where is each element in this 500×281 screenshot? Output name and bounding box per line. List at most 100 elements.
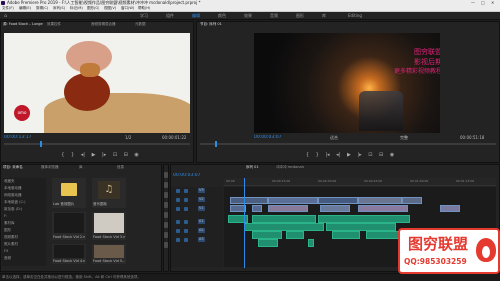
lift-button[interactable]: ⊡	[368, 152, 372, 158]
workspace-tab[interactable]: 编辑	[192, 13, 200, 19]
menu-item[interactable]: 帮助(H)	[138, 6, 150, 11]
track-label-v1[interactable]: V1	[198, 206, 205, 211]
overwrite-button[interactable]: ⊟	[124, 152, 128, 158]
mark-in-button[interactable]: {	[306, 152, 309, 158]
track-eye-icon[interactable]	[184, 207, 188, 211]
track-lock-icon[interactable]	[176, 189, 180, 193]
menu-item[interactable]: 视图(V)	[104, 6, 116, 11]
track-lock-icon[interactable]	[176, 238, 180, 242]
video-clip[interactable]	[358, 197, 402, 204]
step-forward-button[interactable]: |▸	[357, 152, 361, 158]
workspace-tab[interactable]: 库	[322, 13, 326, 19]
source-playhead[interactable]	[40, 141, 42, 147]
program-scrubber[interactable]	[200, 143, 496, 145]
track-label-a1[interactable]: A1	[198, 219, 205, 224]
step-back-button[interactable]: ◂|	[81, 152, 85, 158]
slip-tool-icon[interactable]	[164, 212, 168, 218]
step-back-button[interactable]: ◂|	[336, 152, 340, 158]
extract-button[interactable]: ⊟	[379, 152, 383, 158]
insert-button[interactable]: ⊡	[113, 152, 117, 158]
play-button[interactable]: ▶	[347, 152, 351, 158]
sidebar-folder-item[interactable]: 本地磁盘 (C:)	[4, 200, 46, 205]
track-label-a2[interactable]: A2	[198, 228, 205, 233]
menu-item[interactable]: 剪辑(C)	[36, 6, 48, 11]
audio-clip[interactable]	[286, 231, 304, 239]
razor-tool-icon[interactable]	[164, 202, 168, 208]
video-clip[interactable]	[230, 197, 268, 204]
audio-clip[interactable]	[332, 231, 360, 239]
track-lock-icon[interactable]	[176, 229, 180, 233]
video-clip[interactable]	[268, 197, 318, 204]
sidebar-folder-item[interactable]: 收藏夹	[4, 179, 46, 184]
home-icon[interactable]: ⌂	[4, 13, 7, 19]
thumb-item-clip[interactable]: Food Stock Vid 4.m...	[52, 244, 86, 264]
timeline-tab[interactable]: 序列 01	[246, 165, 259, 170]
source-tab[interactable]: 音频剪辑混合器	[91, 22, 116, 27]
sidebar-folder-item[interactable]: F:	[4, 214, 46, 219]
timeline-tab[interactable]: 冲冲冲 mcdonald	[276, 165, 304, 170]
program-fit-select[interactable]: 适合	[330, 135, 338, 140]
source-scrubber[interactable]	[4, 143, 190, 145]
export-frame-button[interactable]: ◉	[134, 152, 138, 158]
track-label-a3[interactable]: A3	[198, 237, 205, 242]
sidebar-folder-item[interactable]: 音频	[4, 256, 46, 261]
audio-clip[interactable]	[308, 239, 314, 247]
minimize-button[interactable]: —	[471, 0, 475, 5]
source-tab[interactable]: 效果控件	[47, 22, 61, 27]
source-fit-select[interactable]: 1/2	[125, 135, 131, 140]
thumb-item-clip[interactable]: Food Stock Vid 2.m...	[52, 212, 86, 240]
track-eye-icon[interactable]	[184, 229, 188, 233]
selection-tool-icon[interactable]	[164, 172, 168, 178]
menu-item[interactable]: 窗口(W)	[121, 6, 134, 11]
track-lock-icon[interactable]	[176, 207, 180, 211]
track-eye-icon[interactable]	[184, 198, 188, 202]
video-clip[interactable]	[440, 205, 460, 212]
source-timecode[interactable]: 00:00:13:17	[4, 135, 31, 140]
pen-tool-icon[interactable]	[164, 222, 168, 228]
mark-out-button[interactable]: }	[316, 152, 319, 158]
timeline-timecode[interactable]: 00:00:03:07	[173, 173, 200, 178]
mark-in-button[interactable]: {	[61, 152, 64, 158]
workspace-tab[interactable]: 颜色	[218, 13, 226, 19]
menu-item[interactable]: 序列(S)	[53, 6, 65, 11]
type-tool-icon[interactable]	[164, 242, 168, 248]
program-timecode[interactable]: 00:00:03:07	[254, 135, 281, 140]
thumb-item-clip[interactable]: Food Stock Vid 5...	[92, 244, 126, 264]
audio-clip[interactable]	[326, 223, 396, 231]
ripple-edit-tool-icon[interactable]	[164, 192, 168, 198]
workspace-tab[interactable]: 图形	[296, 13, 304, 19]
workspace-tab[interactable]: 音频	[270, 13, 278, 19]
menu-item[interactable]: 标记(M)	[70, 6, 83, 11]
track-lock-icon[interactable]	[176, 198, 180, 202]
audio-clip[interactable]	[252, 231, 282, 239]
program-tab[interactable]: 节目: 序列 01	[200, 22, 222, 27]
close-button[interactable]: ✕	[491, 0, 494, 5]
source-tab[interactable]: 源: Food Stock – Lunge	[3, 22, 43, 27]
video-clip[interactable]	[358, 205, 408, 212]
sidebar-folder-item[interactable]: 照片素材	[4, 242, 46, 247]
sidebar-folder-item[interactable]: 本地驱动器	[4, 186, 46, 191]
track-label-v2[interactable]: V2	[198, 197, 205, 202]
project-tab[interactable]: 项目: 未命名	[3, 165, 23, 170]
track-select-tool-icon[interactable]	[164, 182, 168, 188]
sidebar-folder-item[interactable]: FX	[4, 249, 46, 254]
sidebar-folder-item[interactable]: 素材库	[4, 221, 46, 226]
audio-clip[interactable]	[228, 215, 248, 223]
source-tab[interactable]: 元数据	[135, 22, 146, 27]
menu-item[interactable]: 文件(F)	[2, 6, 14, 11]
audio-clip[interactable]	[244, 223, 324, 231]
export-frame-button[interactable]: ◉	[390, 152, 394, 158]
workspace-tab[interactable]: 学习	[140, 13, 148, 19]
project-tab[interactable]: 信息	[117, 165, 124, 170]
video-clip[interactable]	[268, 205, 308, 212]
track-label-v3[interactable]: V3	[198, 188, 205, 193]
video-clip[interactable]	[320, 205, 350, 212]
workspace-tab[interactable]: Editing	[348, 13, 362, 18]
thumb-item-clip[interactable]: Food Stock Vid 3.m...	[92, 212, 126, 240]
sidebar-folder-item[interactable]: 新加卷 (D:)	[4, 207, 46, 212]
program-video-frame[interactable]: 图穷联盟 影视后期 更多精彩视频教程	[254, 33, 440, 133]
video-clip[interactable]	[318, 197, 358, 204]
menu-item[interactable]: 编辑(E)	[19, 6, 31, 11]
audio-clip[interactable]	[318, 215, 410, 223]
step-forward-button[interactable]: |▸	[102, 152, 106, 158]
